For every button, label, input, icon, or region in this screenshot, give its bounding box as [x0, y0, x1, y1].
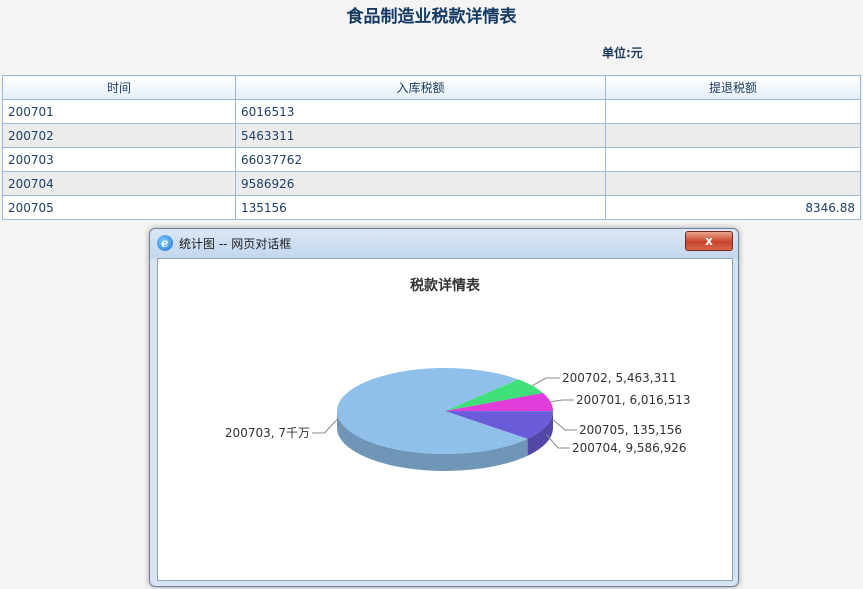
ie-icon: e: [157, 235, 173, 251]
tax-table: 时间 入库税额 提退税额 200701 6016513 200702 54633…: [2, 75, 861, 220]
cell-tax-in: 66037762: [235, 147, 606, 172]
cell-tax-refund: [605, 123, 861, 148]
page-title: 食品制造业税款详情表: [346, 7, 517, 27]
cell-tax-refund: [605, 99, 861, 124]
cell-time: 200705: [2, 195, 236, 220]
cell-tax-in: 9586926: [235, 171, 606, 196]
pie-label-200701: 200701, 6,016,513: [576, 393, 691, 407]
pie-label-200705: 200705, 135,156: [579, 423, 682, 437]
chart-dialog[interactable]: e 统计图 -- 网页对话框 x 税款详情表 200703, 7千万 200702,…: [149, 228, 739, 587]
pie-label-200703: 200703, 7千万: [225, 426, 310, 440]
cell-tax-in: 6016513: [235, 99, 606, 124]
pie-leader-line: [312, 419, 338, 434]
table-row: 200701 6016513: [2, 99, 861, 124]
cell-time: 200703: [2, 147, 236, 172]
dialog-body: 税款详情表 200703, 7千万 200702, 5,463,311 200701,…: [157, 258, 733, 581]
pie-leader-line: [552, 419, 577, 431]
cell-tax-refund: 8346.88: [605, 195, 861, 220]
table-row: 200703 66037762: [2, 147, 861, 172]
cell-tax-refund: [605, 171, 861, 196]
table-row: 200705 135156 8346.88: [2, 195, 861, 220]
cell-time: 200701: [2, 99, 236, 124]
pie-leader-line: [550, 399, 574, 403]
table-row: 200702 5463311: [2, 123, 861, 148]
cell-time: 200702: [2, 123, 236, 148]
close-button[interactable]: x: [685, 231, 733, 251]
chart-title: 税款详情表: [410, 277, 481, 294]
cell-time: 200704: [2, 171, 236, 196]
pie-label-200702: 200702, 5,463,311: [562, 371, 677, 385]
pie-chart: 税款详情表 200703, 7千万 200702, 5,463,311 200701,…: [225, 277, 691, 471]
cell-tax-in: 135156: [235, 195, 606, 220]
table-row: 200704 9586926: [2, 171, 861, 196]
cell-tax-in: 5463311: [235, 123, 606, 148]
cell-tax-refund: [605, 147, 861, 172]
dialog-title: 统计图 -- 网页对话框: [179, 237, 292, 251]
pie-leader-line: [532, 377, 560, 387]
pie-label-200704: 200704, 9,586,926: [572, 441, 687, 455]
unit-label: 单位:元: [602, 46, 643, 60]
column-header-tax-in[interactable]: 入库税额: [235, 75, 606, 100]
column-header-tax-refund[interactable]: 提退税额: [605, 75, 861, 100]
table-header-row: 时间 入库税额 提退税额: [2, 75, 861, 100]
column-header-time[interactable]: 时间: [2, 75, 236, 100]
